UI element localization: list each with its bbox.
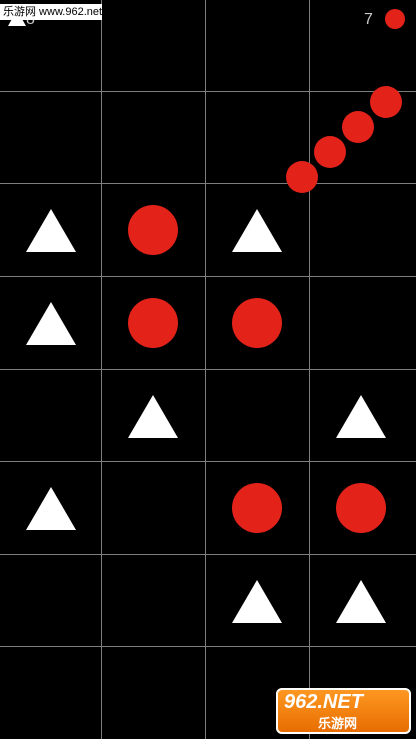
board-cell[interactable]: [102, 92, 204, 184]
board-cell[interactable]: [102, 462, 204, 554]
board-cell[interactable]: [102, 370, 204, 462]
game-board: [0, 0, 416, 739]
circle-piece: [128, 298, 178, 348]
board-cell[interactable]: [0, 555, 102, 647]
board-cell[interactable]: [102, 555, 204, 647]
board-cell[interactable]: [310, 555, 412, 647]
board-cell[interactable]: [206, 555, 308, 647]
triangle-piece: [232, 208, 282, 252]
board-cell[interactable]: [310, 277, 412, 369]
board-cell[interactable]: [206, 277, 308, 369]
board-cell[interactable]: [0, 277, 102, 369]
move-trail-dot: [286, 161, 318, 193]
board-cell[interactable]: [206, 370, 308, 462]
board-cell[interactable]: [102, 184, 204, 276]
board-cell[interactable]: [206, 462, 308, 554]
triangle-piece: [336, 579, 386, 623]
board-cell[interactable]: [310, 184, 412, 276]
triangle-piece: [336, 394, 386, 438]
board-cell[interactable]: [0, 184, 102, 276]
move-trail-dot: [370, 86, 402, 118]
board-cell[interactable]: [206, 0, 308, 92]
triangle-piece: [26, 301, 76, 345]
triangle-piece: [26, 486, 76, 530]
move-trail-dot: [342, 111, 374, 143]
right-score: 7: [364, 11, 373, 28]
triangle-piece: [26, 208, 76, 252]
board-cell[interactable]: [102, 0, 204, 92]
triangle-piece: [232, 579, 282, 623]
circle-piece: [336, 483, 386, 533]
board-cell[interactable]: [102, 647, 204, 739]
circle-piece: [232, 483, 282, 533]
triangle-piece: [128, 394, 178, 438]
board-cell[interactable]: [0, 370, 102, 462]
board-cell[interactable]: [206, 184, 308, 276]
board-cell[interactable]: [310, 370, 412, 462]
watermark-logo-text: 962.NET: [284, 691, 363, 713]
circle-piece: [232, 298, 282, 348]
watermark-logo-subtext: 乐游网: [318, 716, 358, 731]
board-cell[interactable]: [0, 462, 102, 554]
board-cell[interactable]: [102, 277, 204, 369]
board-cell[interactable]: [310, 462, 412, 554]
red-circle-icon: [385, 9, 405, 29]
watermark-top: 乐游网 www.962.net: [0, 4, 102, 20]
board-cell[interactable]: [0, 92, 102, 184]
watermark-logo: 962.NET 乐游网: [276, 688, 411, 734]
circle-piece: [128, 205, 178, 255]
board-cell[interactable]: [0, 647, 102, 739]
move-trail-dot: [314, 136, 346, 168]
